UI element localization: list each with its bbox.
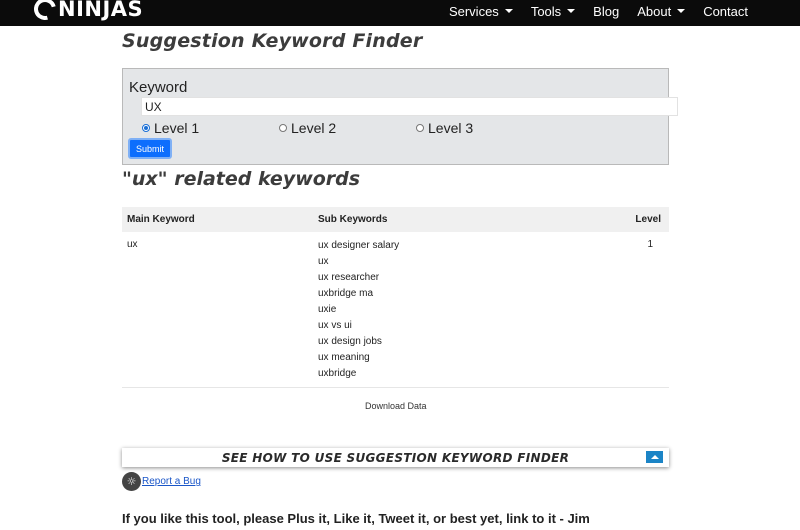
logo-swirl-icon: [29, 0, 61, 25]
level-cell: 1: [613, 232, 669, 388]
chevron-down-icon: [504, 9, 513, 13]
top-navbar: NINJAS Services Tools Blog About Contact: [0, 0, 800, 26]
chevron-up-icon: [650, 455, 659, 459]
chevron-down-icon: [567, 9, 576, 13]
nav-item-tools[interactable]: Tools: [530, 3, 576, 19]
column-header-level: Level: [635, 214, 661, 225]
sub-keyword: ux meaning: [318, 352, 370, 363]
main-keyword-cell: ux: [122, 232, 313, 388]
sub-keyword: ux: [318, 256, 329, 267]
radio-checked-icon[interactable]: [142, 124, 150, 132]
level-3-option[interactable]: Level 3: [416, 120, 473, 136]
level-2-option[interactable]: Level 2: [279, 120, 336, 136]
sub-keyword: uxie: [318, 304, 337, 315]
radio-unchecked-icon[interactable]: [416, 124, 424, 132]
level-1-option[interactable]: Level 1: [142, 120, 199, 136]
nav-item-label: Services: [448, 3, 499, 19]
nav-item-label: Contact: [703, 3, 748, 19]
sub-keyword-list: ux designer salary ux ux researcher uxbr…: [318, 239, 608, 383]
keyword-form: Keyword Level 1 Level 2 Level 3 Submit: [122, 68, 678, 165]
table-header-row: Main Keyword Sub Keywords Level: [122, 207, 669, 232]
report-bug-link[interactable]: Report a Bug: [142, 476, 201, 487]
sub-keyword: ux design jobs: [318, 336, 382, 347]
download-data-link[interactable]: Download Data: [365, 401, 427, 411]
nav-item-label: Blog: [593, 3, 620, 19]
sub-keywords-cell: ux designer salary ux ux researcher uxbr…: [313, 232, 613, 388]
sub-keyword: uxbridge ma: [318, 288, 374, 299]
sub-keyword: ux researcher: [318, 272, 380, 283]
site-logo[interactable]: NINJAS: [29, 0, 144, 25]
nav-item-contact[interactable]: Contact: [703, 4, 748, 19]
keyword-label: Keyword: [129, 79, 188, 96]
nav-item-label: Tools: [530, 3, 562, 19]
footer-message: If you like this tool, please Plus it, L…: [122, 511, 590, 526]
radio-unchecked-icon[interactable]: [279, 124, 287, 132]
nav-item-services[interactable]: Services: [449, 4, 513, 19]
results-title: "ux" related keywords: [122, 168, 361, 190]
nav-item-blog[interactable]: Blog: [593, 4, 619, 19]
submit-button[interactable]: Submit: [128, 138, 172, 159]
column-header-main: Main Keyword: [127, 214, 195, 225]
report-bug[interactable]: ☼ Report a Bug: [122, 472, 201, 491]
bug-icon: ☼: [122, 472, 141, 491]
table-row: ux ux designer salary ux ux researcher u…: [122, 232, 669, 388]
column-header-sub: Sub Keywords: [318, 214, 388, 225]
how-to-use-toggle[interactable]: SEE HOW TO USE SUGGESTION KEYWORD FINDER: [122, 448, 669, 467]
sub-keyword: ux vs ui: [318, 320, 352, 331]
sub-keyword: ux designer salary: [318, 240, 400, 251]
sub-keyword: uxbridge: [318, 368, 357, 379]
keyword-input[interactable]: [141, 97, 678, 116]
level-label: Level 2: [291, 120, 337, 136]
chevron-down-icon: [677, 9, 686, 13]
results-table: Main Keyword Sub Keywords Level ux ux de…: [122, 207, 669, 388]
level-label: Level 1: [154, 120, 200, 136]
level-label: Level 3: [428, 120, 474, 136]
nav-menu: Services Tools Blog About Contact: [431, 0, 748, 22]
collapse-toggle-button[interactable]: [646, 451, 663, 463]
nav-item-label: About: [637, 3, 672, 19]
page-title: Suggestion Keyword Finder: [122, 30, 423, 52]
nav-item-about[interactable]: About: [637, 3, 686, 19]
how-to-use-label: SEE HOW TO USE SUGGESTION KEYWORD FINDER: [221, 450, 570, 465]
logo-text: NINJAS: [58, 0, 144, 21]
